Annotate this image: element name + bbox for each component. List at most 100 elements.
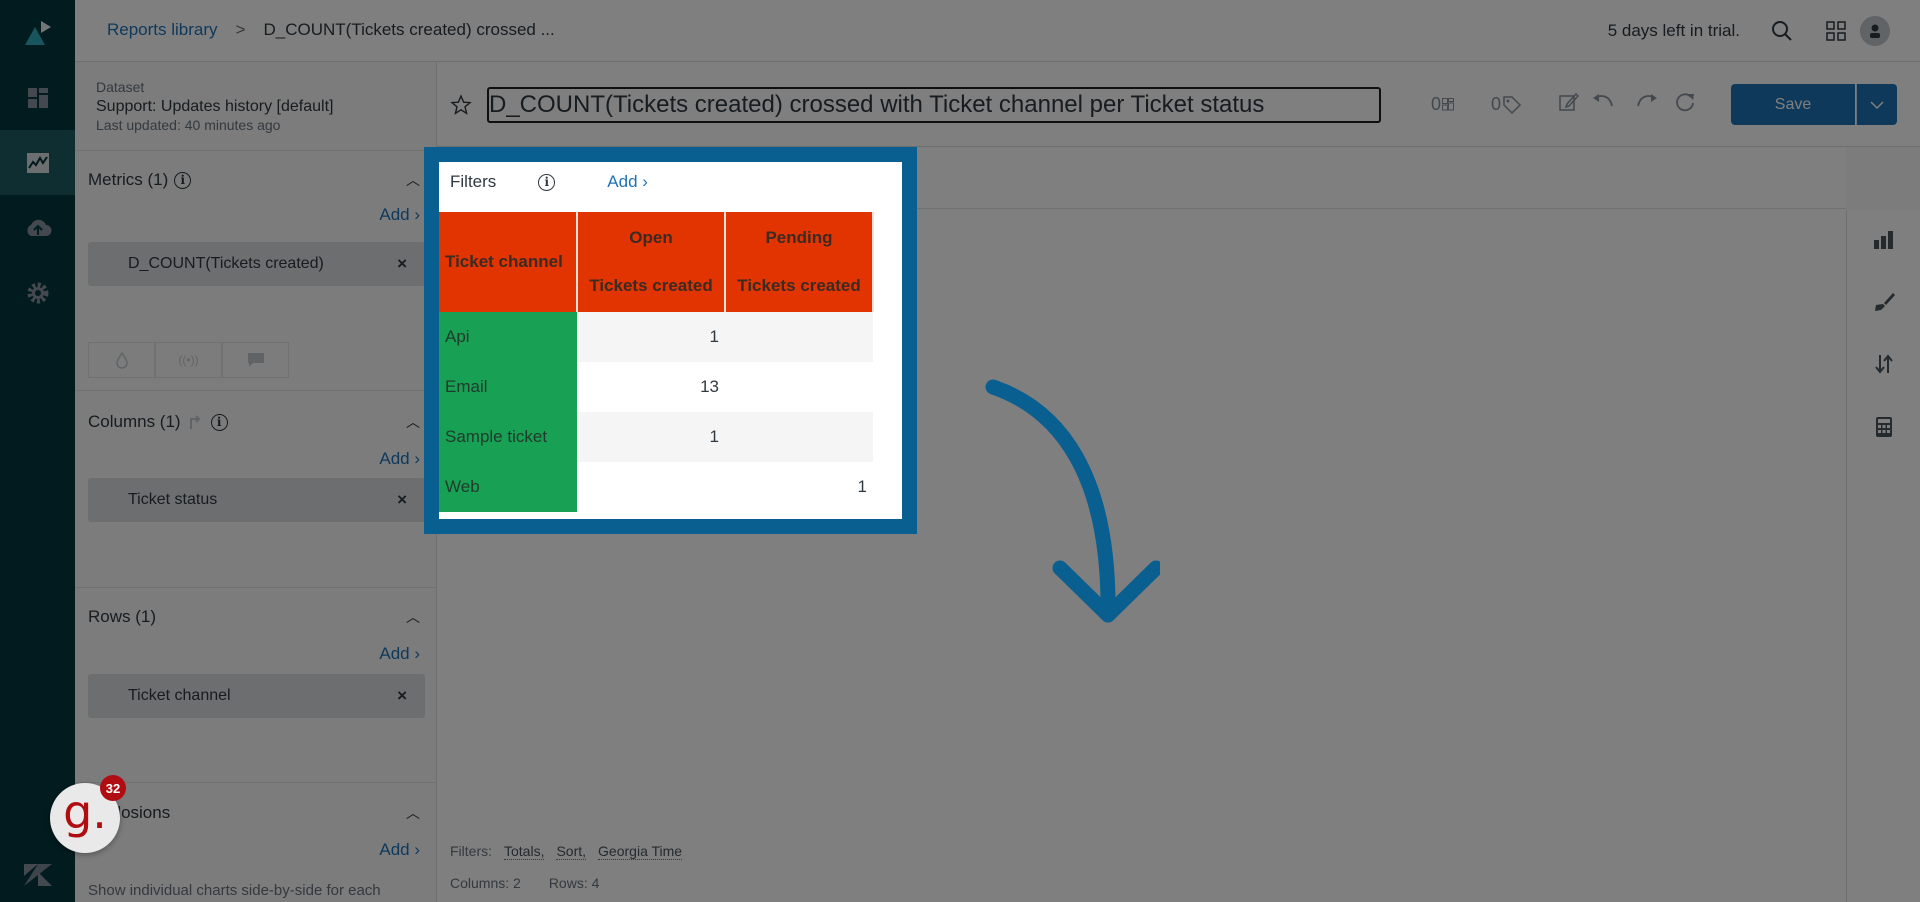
calculations-button[interactable] [1872, 415, 1896, 439]
metric-options: ((•)) [88, 342, 289, 378]
column-status-label: Open [629, 228, 673, 247]
metrics-collapse-caret[interactable]: ︿ [406, 170, 420, 190]
dataset-name[interactable]: Support: Updates history [default] [96, 97, 436, 116]
columns-title: Columns (1) [88, 412, 181, 431]
top-bar: Reports library > D_COUNT(Tickets create… [75, 0, 1920, 62]
bar-chart-icon [1874, 231, 1893, 249]
cell-value [725, 362, 873, 412]
favorite-button[interactable] [450, 94, 472, 121]
metrics-header: Metrics (1) i [88, 170, 192, 190]
cell-value: 1 [577, 312, 725, 362]
explosions-divider [75, 782, 437, 783]
table-row: Sample ticket 1 [439, 412, 873, 462]
dataset-info: Dataset Support: Updates history [defaul… [75, 62, 436, 135]
row-header-ticket-channel[interactable]: Ticket channel [439, 212, 578, 312]
nav-zendesk[interactable] [0, 842, 75, 902]
undo-button[interactable] [1592, 92, 1614, 115]
table-row: Api 1 [439, 312, 873, 362]
save-button[interactable]: Save [1731, 84, 1855, 125]
table-header-row: Ticket channel Open Tickets created Pend… [439, 212, 874, 312]
metric-pill[interactable]: D_COUNT(Tickets created) × [88, 242, 425, 286]
columns-add-link[interactable]: Add › [379, 449, 420, 469]
row-pill-label: Ticket channel [128, 687, 231, 704]
info-icon[interactable]: i [538, 173, 556, 191]
rows-divider [75, 587, 437, 588]
cell-value [725, 412, 873, 462]
apps-button[interactable] [1823, 18, 1849, 44]
nav-settings[interactable] [0, 260, 75, 325]
cell-value [577, 462, 725, 512]
report-title-input[interactable] [487, 87, 1381, 123]
cell-value: 1 [577, 412, 725, 462]
metrics-add-link[interactable]: Add › [379, 205, 420, 225]
comment-icon [247, 353, 264, 367]
column-status-label: Pending [765, 228, 833, 247]
swap-icon[interactable] [187, 413, 205, 431]
info-icon[interactable]: i [174, 171, 192, 189]
chevron-down-icon [1870, 100, 1884, 109]
rows-add-link[interactable]: Add › [379, 644, 420, 664]
nav-dashboards[interactable] [0, 65, 75, 130]
refresh-button[interactable] [1675, 92, 1695, 117]
metrics-title: Metrics (1) [88, 170, 169, 189]
footer-filter-timezone[interactable]: Georgia Time [598, 843, 683, 860]
report-footer-counts: Columns: 2 Rows: 4 [450, 875, 599, 891]
search-button[interactable] [1769, 18, 1795, 44]
sort-arrows-icon [1875, 354, 1893, 374]
row-label: Sample ticket [439, 412, 577, 462]
edit-icon [1559, 92, 1580, 111]
footer-filter-sort[interactable]: Sort, [556, 843, 587, 860]
explosions-description: Show individual charts side-by-side for … [88, 882, 381, 899]
edit-button[interactable] [1559, 92, 1580, 117]
footer-rows-count: Rows: 4 [548, 875, 600, 891]
right-tool-rail [1846, 210, 1920, 902]
redo-button[interactable] [1636, 92, 1658, 115]
cell-value: 13 [577, 362, 725, 412]
rows-collapse-caret[interactable]: ︿ [406, 607, 420, 627]
info-icon[interactable]: i [210, 413, 228, 431]
row-label: Api [439, 312, 577, 362]
visualization-button[interactable] [1872, 228, 1896, 252]
nav-logo[interactable] [0, 0, 75, 65]
nav-datasets[interactable] [0, 195, 75, 260]
metric-color-button[interactable] [88, 342, 155, 378]
guide-notification-badge: 32 [100, 775, 126, 801]
breadcrumb-reports-library[interactable]: Reports library [107, 20, 218, 40]
redo-icon [1637, 94, 1657, 107]
dataset-label: Dataset [96, 79, 145, 95]
tags-count[interactable]: 0 [1491, 94, 1522, 115]
chart-format-button[interactable] [1872, 290, 1896, 314]
columns-collapse-caret[interactable]: ︿ [406, 412, 420, 432]
tag-icon [1503, 95, 1522, 114]
save-options-dropdown[interactable] [1856, 84, 1897, 125]
column-pill[interactable]: Ticket status × [88, 478, 425, 522]
user-avatar[interactable] [1860, 16, 1890, 46]
highlighted-table-region: Filters i Add › Ticket channel Open Tick… [439, 162, 902, 519]
footer-filter-totals[interactable]: Totals, [504, 843, 545, 860]
explosions-add-link[interactable]: Add › [379, 840, 420, 860]
row-pill[interactable]: Ticket channel × [88, 674, 425, 718]
paintbrush-icon [1875, 293, 1895, 311]
column-header-pending[interactable]: Pending Tickets created [725, 212, 874, 312]
metric-comment-button[interactable] [222, 342, 289, 378]
filters-header: Filters i Add › [450, 172, 648, 192]
remove-column-icon[interactable]: × [397, 490, 407, 510]
table-row: Email 13 [439, 362, 873, 412]
remove-metric-icon[interactable]: × [397, 254, 407, 274]
column-header-open[interactable]: Open Tickets created [577, 212, 726, 312]
filters-add-link[interactable]: Add › [607, 172, 648, 192]
report-footer-filters: Filters: Totals, Sort, Georgia Time [450, 843, 683, 860]
remove-row-icon[interactable]: × [397, 686, 407, 706]
report-config-panel: Dataset Support: Updates history [defaul… [75, 62, 437, 902]
nav-reports[interactable] [0, 130, 75, 195]
widgets-count[interactable]: 0 [1431, 94, 1455, 115]
tutorial-arrow-icon [985, 379, 1160, 623]
gear-icon [27, 282, 48, 303]
metric-broadcast-button[interactable]: ((•)) [155, 342, 222, 378]
guide-launcher[interactable]: g. 32 [50, 775, 126, 853]
apps-grid-icon [1826, 21, 1846, 41]
user-icon [1870, 24, 1880, 38]
explosions-collapse-caret[interactable]: ︿ [406, 803, 420, 823]
filters-label: Filters [450, 172, 497, 191]
sort-button[interactable] [1872, 352, 1896, 376]
